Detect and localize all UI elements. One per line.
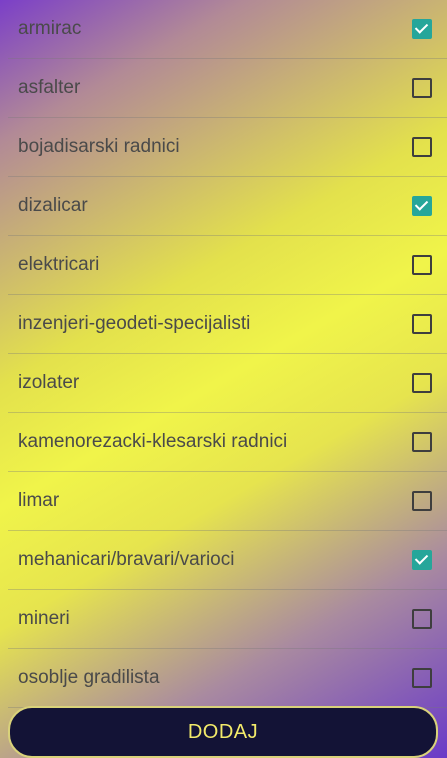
checkbox-unchecked[interactable] bbox=[412, 78, 432, 98]
list-item[interactable]: mineri bbox=[8, 590, 447, 649]
list-item-label: mehanicari/bravari/varioci bbox=[18, 549, 235, 570]
checkbox-checked[interactable] bbox=[412, 196, 432, 216]
add-button[interactable]: DODAJ bbox=[8, 706, 438, 758]
list-item[interactable]: kamenorezacki-klesarski radnici bbox=[8, 413, 447, 472]
checkbox-unchecked[interactable] bbox=[412, 255, 432, 275]
list-item[interactable]: elektricari bbox=[8, 236, 447, 295]
checkbox-unchecked[interactable] bbox=[412, 609, 432, 629]
list-item[interactable]: osoblje gradilista bbox=[8, 649, 447, 708]
list-item[interactable]: armirac bbox=[8, 0, 447, 59]
checkbox-unchecked[interactable] bbox=[412, 137, 432, 157]
checkbox-unchecked[interactable] bbox=[412, 491, 432, 511]
screen: armirac asfalter bojadisarski radnici dizal… bbox=[0, 0, 447, 758]
list-item[interactable]: limar bbox=[8, 472, 447, 531]
checkbox-unchecked[interactable] bbox=[412, 314, 432, 334]
list-item-label: armirac bbox=[18, 18, 82, 39]
check-icon bbox=[414, 551, 429, 565]
list-item-label: bojadisarski radnici bbox=[18, 136, 180, 157]
list-item[interactable]: asfalter bbox=[8, 59, 447, 118]
list-item-label: osoblje gradilista bbox=[18, 667, 160, 688]
list-item[interactable]: izolater bbox=[8, 354, 447, 413]
list-item-label: limar bbox=[18, 490, 60, 511]
list-item-label: dizalicar bbox=[18, 195, 88, 216]
list-item[interactable]: bojadisarski radnici bbox=[8, 118, 447, 177]
checkbox-unchecked[interactable] bbox=[412, 668, 432, 688]
list-item-label: asfalter bbox=[18, 77, 81, 98]
list-item[interactable]: dizalicar bbox=[8, 177, 447, 236]
list-item[interactable]: inzenjeri-geodeti-specijalisti bbox=[8, 295, 447, 354]
checkbox-checked[interactable] bbox=[412, 550, 432, 570]
list-item-label: elektricari bbox=[18, 254, 100, 275]
check-icon bbox=[414, 20, 429, 34]
checkbox-unchecked[interactable] bbox=[412, 373, 432, 393]
list-item-label: mineri bbox=[18, 608, 70, 629]
list-item-label: kamenorezacki-klesarski radnici bbox=[18, 431, 288, 452]
checkbox-checked[interactable] bbox=[412, 19, 432, 39]
add-button-container: DODAJ bbox=[8, 706, 438, 758]
list-item-label: inzenjeri-geodeti-specijalisti bbox=[18, 313, 251, 334]
check-icon bbox=[414, 197, 429, 211]
occupation-list[interactable]: armirac asfalter bojadisarski radnici dizal… bbox=[8, 0, 447, 758]
list-item[interactable]: mehanicari/bravari/varioci bbox=[8, 531, 447, 590]
list-item-label: izolater bbox=[18, 372, 80, 393]
checkbox-unchecked[interactable] bbox=[412, 432, 432, 452]
